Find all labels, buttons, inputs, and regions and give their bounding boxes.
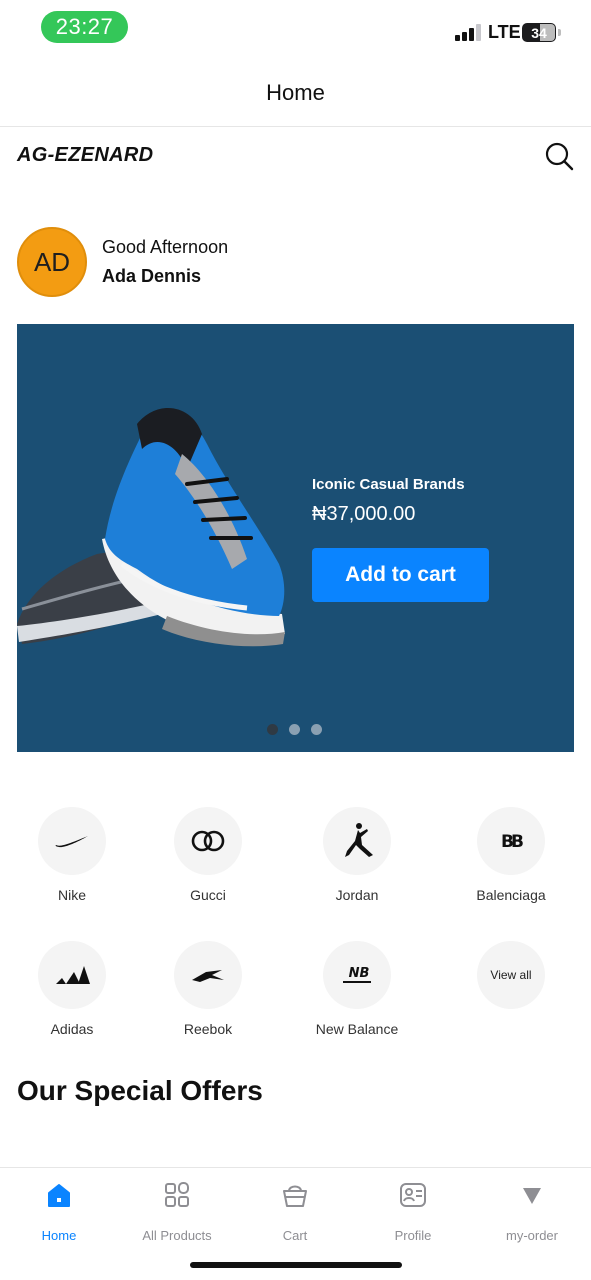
brand-jordan[interactable]: Jordan — [292, 807, 422, 903]
balenciaga-logo-icon: BB — [477, 807, 545, 875]
section-title-special-offers: Our Special Offers — [17, 1075, 263, 1106]
brand-new-balance[interactable]: NB New Balance — [292, 941, 422, 1037]
gucci-logo-icon — [174, 807, 242, 875]
home-indicator — [190, 1262, 402, 1268]
sneaker-image — [17, 407, 285, 647]
brand-nike[interactable]: Nike — [7, 807, 137, 903]
brand-reebok[interactable]: Reebok — [143, 941, 273, 1037]
profile-card-icon — [400, 1183, 426, 1207]
tab-label: All Products — [142, 1228, 212, 1243]
brand-label: Reebok — [183, 1021, 233, 1037]
brand-label: Jordan — [335, 887, 379, 903]
user-name: Ada Dennis — [102, 266, 202, 286]
carousel-dot[interactable] — [289, 724, 300, 735]
grid-icon — [165, 1182, 189, 1207]
nike-logo-icon — [38, 807, 106, 875]
home-icon — [48, 1184, 70, 1207]
brand-label: Gucci — [190, 887, 226, 903]
carousel-dot[interactable] — [311, 724, 322, 735]
brand-label: New Balance — [315, 1021, 399, 1037]
view-all-button[interactable]: View all — [446, 941, 576, 1009]
app-brand: AG-EZENARD — [17, 144, 154, 166]
tab-label: Cart — [282, 1228, 308, 1243]
network-type: LTE — [488, 22, 521, 42]
view-all-circle: View all — [477, 941, 545, 1009]
tab-label: Home — [41, 1228, 77, 1243]
tab-label: my-order — [505, 1228, 558, 1243]
status-time: 23:27 — [41, 11, 128, 43]
brand-label: Balenciaga — [476, 887, 546, 903]
add-to-cart-button[interactable]: Add to cart — [312, 548, 489, 602]
brand-label: Adidas — [50, 1021, 94, 1037]
battery-icon: 34 — [522, 23, 556, 42]
carousel-dots[interactable] — [267, 724, 322, 735]
status-bar: 23:27 LTE 34 — [0, 0, 591, 60]
avatar[interactable]: AD — [17, 227, 87, 297]
brand-label: Nike — [57, 887, 86, 903]
triangle-down-icon — [523, 1188, 541, 1204]
view-all-label: View all — [490, 968, 532, 982]
reebok-logo-icon — [174, 941, 242, 1009]
brand-balenciaga[interactable]: BB Balenciaga — [446, 807, 576, 903]
tab-home[interactable]: Home — [0, 1180, 118, 1243]
jordan-logo-icon — [323, 807, 391, 875]
promo-banner[interactable]: Iconic Casual Brands ₦37,000.00 Add to c… — [17, 324, 574, 752]
new-balance-logo-icon: NB — [323, 941, 391, 1009]
tab-all-products[interactable]: All Products — [118, 1180, 236, 1243]
page-title: Home — [266, 80, 325, 105]
search-button[interactable] — [544, 141, 574, 171]
brand-adidas[interactable]: Adidas — [7, 941, 137, 1037]
cart-bag-icon — [283, 1185, 307, 1207]
tab-cart[interactable]: Cart — [236, 1180, 354, 1243]
brand-gucci[interactable]: Gucci — [143, 807, 273, 903]
carousel-dot[interactable] — [267, 724, 278, 735]
banner-price: ₦37,000.00 — [312, 503, 416, 525]
tab-label: Profile — [394, 1228, 432, 1243]
svg-text:NB: NB — [349, 966, 370, 981]
signal-icon — [455, 24, 483, 41]
tab-my-order[interactable]: my-order — [473, 1180, 591, 1243]
battery-tip — [558, 29, 561, 36]
greeting-text: Good Afternoon — [102, 237, 229, 257]
search-icon — [545, 142, 574, 171]
header-divider — [0, 126, 591, 127]
banner-title: Iconic Casual Brands — [312, 476, 465, 493]
battery-level: 34 — [531, 24, 547, 41]
tab-profile[interactable]: Profile — [354, 1180, 472, 1243]
svg-text:BB: BB — [501, 832, 523, 851]
adidas-logo-icon — [38, 941, 106, 1009]
